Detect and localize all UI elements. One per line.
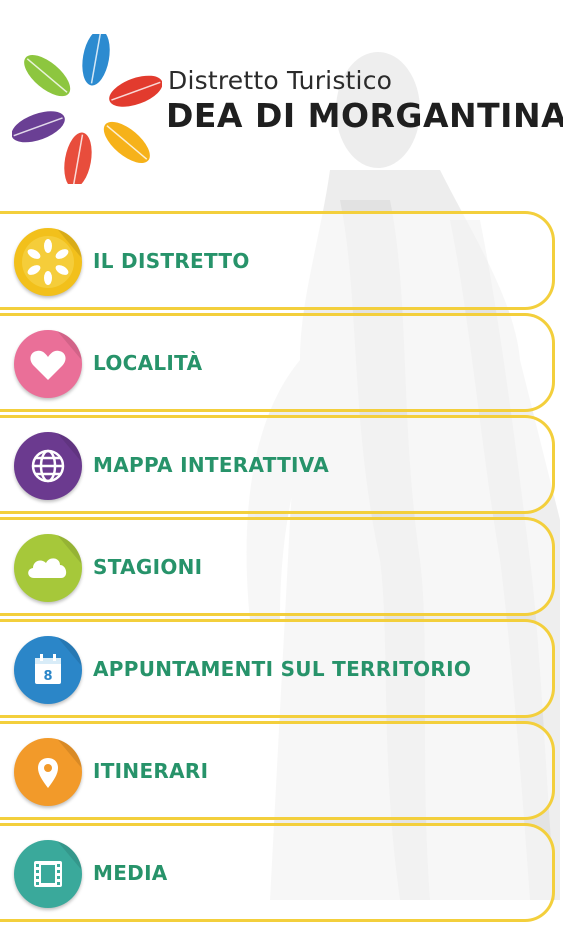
menu-item-mappa-interattiva[interactable]: MAPPA INTERATTIVA [0, 415, 555, 514]
location-pin-icon [14, 738, 82, 806]
menu-label: IL DISTRETTO [93, 248, 250, 273]
film-icon [14, 840, 82, 908]
menu-label: LOCALITÀ [93, 350, 203, 375]
brand-title: DEA DI MORGANTINA [166, 96, 563, 135]
app-header: Distretto Turistico DEA DI MORGANTINA [0, 0, 563, 200]
main-menu: IL DISTRETTO LOCALITÀ MAPPA INTERATTIVA [0, 211, 563, 925]
menu-item-stagioni[interactable]: STAGIONI [0, 517, 555, 616]
menu-item-media[interactable]: MEDIA [0, 823, 555, 922]
globe-icon [14, 432, 82, 500]
cloud-icon [14, 534, 82, 602]
menu-label: MEDIA [93, 860, 168, 885]
menu-item-localita[interactable]: LOCALITÀ [0, 313, 555, 412]
heart-icon [14, 330, 82, 398]
menu-item-il-distretto[interactable]: IL DISTRETTO [0, 211, 555, 310]
menu-item-appuntamenti[interactable]: 8 APPUNTAMENTI SUL TERRITORIO [0, 619, 555, 718]
calendar-icon: 8 [14, 636, 82, 704]
menu-label: MAPPA INTERATTIVA [93, 452, 329, 477]
district-logo-icon [12, 34, 162, 184]
brand-subtitle: Distretto Turistico [168, 66, 393, 95]
menu-label: STAGIONI [93, 554, 203, 579]
menu-label: ITINERARI [93, 758, 209, 783]
svg-text:8: 8 [43, 669, 52, 684]
menu-label: APPUNTAMENTI SUL TERRITORIO [93, 656, 472, 681]
menu-item-itinerari[interactable]: ITINERARI [0, 721, 555, 820]
district-emblem-icon [14, 228, 82, 296]
